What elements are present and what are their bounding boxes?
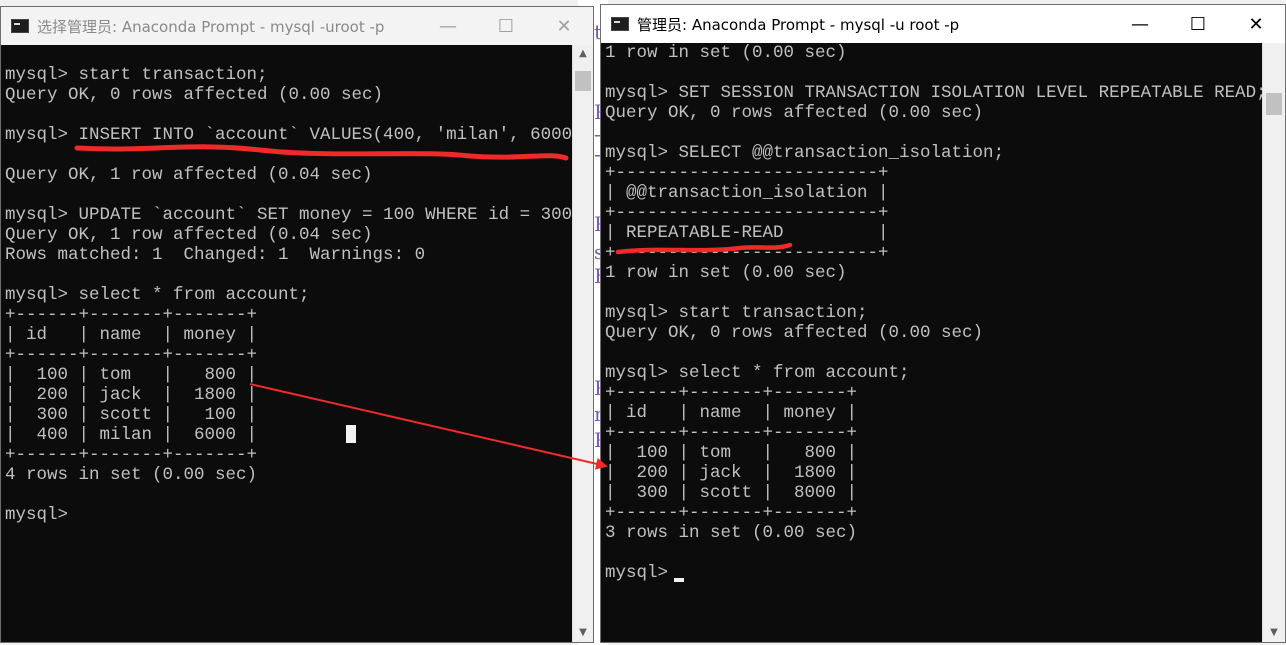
left-terminal-window[interactable]: 选择管理员: Anaconda Prompt - mysql -uroot -p…: [0, 6, 594, 643]
left-title-bar[interactable]: 选择管理员: Anaconda Prompt - mysql -uroot -p…: [1, 7, 593, 45]
maximize-button[interactable]: ☐: [1169, 5, 1227, 43]
terminal-line: | 300 | scott | 100 |: [5, 405, 258, 425]
scroll-down-arrow-icon[interactable]: ▼: [1263, 624, 1285, 642]
close-button[interactable]: ✕: [1227, 5, 1285, 43]
maximize-button[interactable]: ☐: [477, 7, 535, 45]
terminal-line: +------+-------+-------+: [5, 345, 258, 365]
terminal-line: Query OK, 0 rows affected (0.00 sec): [605, 323, 984, 343]
right-scrollbar[interactable]: ▼: [1262, 43, 1285, 642]
terminal-line: | 100 | tom | 800 |: [605, 443, 858, 463]
terminal-line: +-------------------------+: [605, 163, 889, 183]
terminal-line: mysql> start transaction;: [5, 65, 268, 85]
left-terminal-output[interactable]: mysql> start transaction; Query OK, 0 row…: [1, 45, 573, 642]
terminal-line: | 200 | jack | 1800 |: [605, 463, 858, 483]
terminal-icon: [11, 19, 29, 33]
terminal-line: mysql> SET SESSION TRANSACTION ISOLATION…: [605, 83, 1263, 103]
scroll-down-arrow-icon[interactable]: ▼: [573, 624, 593, 642]
terminal-line: +-------------------------+: [605, 203, 889, 223]
left-scrollbar[interactable]: ▲ ▼: [572, 45, 593, 642]
scroll-thumb[interactable]: [1266, 93, 1282, 115]
terminal-line: | 400 | milan | 6000 |: [5, 425, 258, 445]
terminal-line: 4 rows in set (0.00 sec): [5, 465, 258, 485]
terminal-line: 1 row in set (0.00 sec): [605, 263, 847, 283]
terminal-line: mysql> UPDATE `account` SET money = 100 …: [5, 205, 573, 225]
terminal-line: +------+-------+-------+: [605, 423, 858, 443]
terminal-line: mysql> select * from account;: [605, 363, 910, 383]
right-terminal-window[interactable]: 管理员: Anaconda Prompt - mysql -u root -p …: [600, 4, 1286, 643]
terminal-line: | REPEATABLE-READ |: [605, 223, 889, 243]
terminal-line: | id | name | money |: [5, 325, 258, 345]
terminal-line: +------+-------+-------+: [605, 503, 858, 523]
terminal-line: Query OK, 1 row affected (0.04 sec): [5, 225, 373, 245]
right-window-title: 管理员: Anaconda Prompt - mysql -u root -p: [637, 15, 960, 34]
terminal-line: | 300 | scott | 8000 |: [605, 483, 858, 503]
terminal-line: Query OK, 0 rows affected (0.00 sec): [605, 103, 984, 123]
scroll-thumb[interactable]: [575, 71, 591, 91]
terminal-line: Rows matched: 1 Changed: 1 Warnings: 0: [5, 245, 426, 265]
terminal-line: | @@transaction_isolation |: [605, 183, 889, 203]
terminal-line: 1 row in set (0.00 sec): [605, 43, 847, 63]
terminal-line: mysql> start transaction;: [605, 303, 868, 323]
terminal-line: 3 rows in set (0.00 sec): [605, 523, 858, 543]
terminal-line: mysql>: [5, 505, 69, 525]
terminal-line: Query OK, 1 row affected (0.04 sec): [5, 165, 373, 185]
terminal-line: | 100 | tom | 800 |: [5, 365, 258, 385]
terminal-line: mysql> SELECT @@transaction_isolation;: [605, 143, 1005, 163]
right-title-bar[interactable]: 管理员: Anaconda Prompt - mysql -u root -p …: [601, 5, 1285, 43]
terminal-line: Query OK, 0 rows affected (0.00 sec): [5, 85, 384, 105]
terminal-line: +------+-------+-------+: [605, 383, 858, 403]
terminal-line: +------+-------+-------+: [5, 305, 258, 325]
left-window-title: 选择管理员: Anaconda Prompt - mysql -uroot -p: [37, 17, 385, 36]
terminal-line: +------+-------+-------+: [5, 445, 258, 465]
terminal-line: | 200 | jack | 1800 |: [5, 385, 258, 405]
terminal-icon: [611, 17, 629, 31]
minimize-button[interactable]: —: [1111, 5, 1169, 43]
terminal-line: mysql> INSERT INTO `account` VALUES(400,…: [5, 125, 573, 145]
scroll-up-arrow-icon[interactable]: ▲: [573, 45, 593, 63]
minimize-button[interactable]: —: [419, 7, 477, 45]
close-button[interactable]: ✕: [535, 7, 593, 45]
text-cursor: [674, 578, 684, 582]
right-terminal-output[interactable]: 1 row in set (0.00 sec) mysql> SET SESSIO…: [601, 43, 1263, 642]
terminal-line: mysql>: [605, 563, 679, 583]
terminal-line: mysql> select * from account;: [5, 285, 310, 305]
terminal-line: +-------------------------+: [605, 243, 889, 263]
terminal-line: | id | name | money |: [605, 403, 858, 423]
text-cursor: [346, 425, 356, 443]
